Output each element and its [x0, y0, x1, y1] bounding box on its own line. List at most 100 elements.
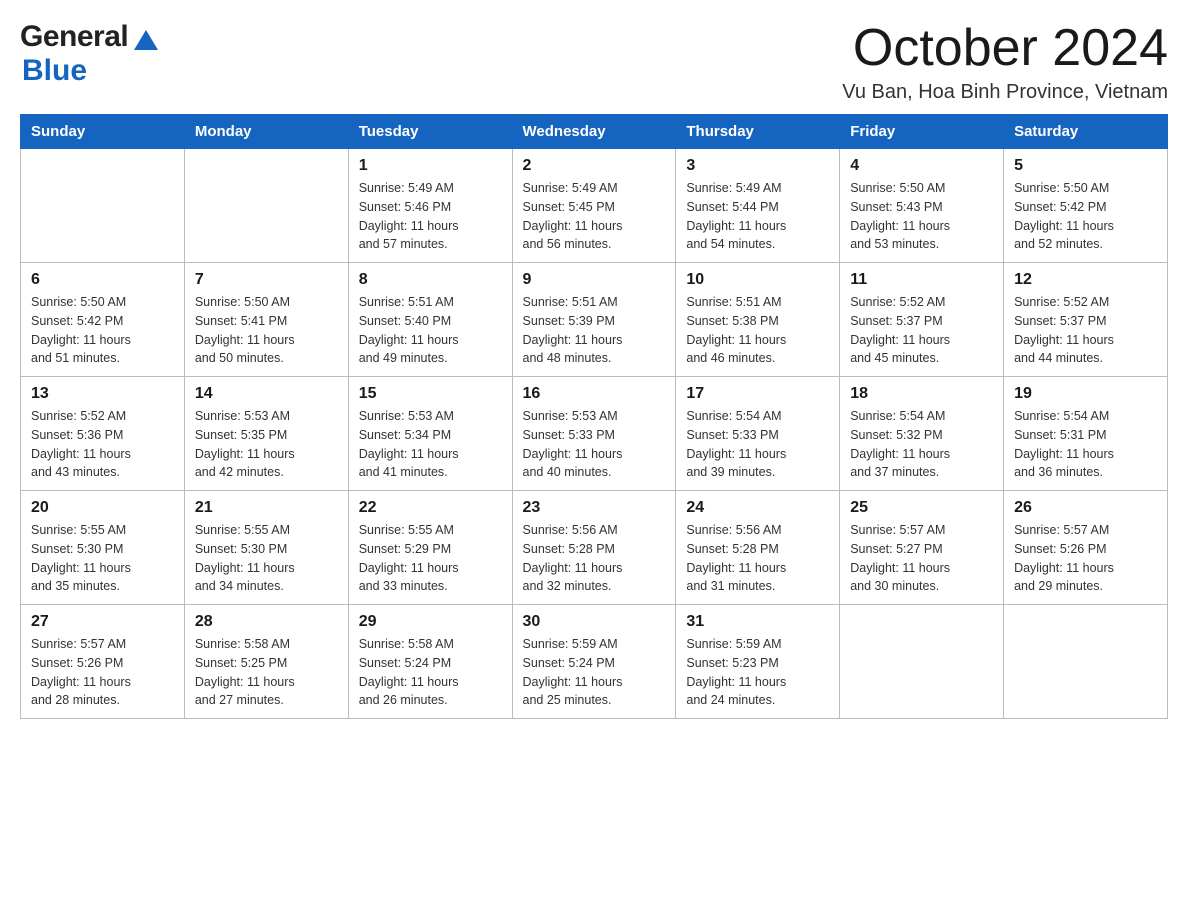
day-info: Sunrise: 5:57 AM Sunset: 5:26 PM Dayligh…	[1014, 521, 1157, 596]
calendar-week-row: 27 Sunrise: 5:57 AM Sunset: 5:26 PM Dayli…	[21, 605, 1168, 719]
day-info: Sunrise: 5:51 AM Sunset: 5:38 PM Dayligh…	[686, 293, 829, 368]
day-number: 12	[1014, 271, 1157, 289]
day-number: 25	[850, 499, 993, 517]
day-number: 9	[523, 271, 666, 289]
day-info: Sunrise: 5:58 AM Sunset: 5:24 PM Dayligh…	[359, 635, 502, 710]
day-info: Sunrise: 5:50 AM Sunset: 5:43 PM Dayligh…	[850, 179, 993, 254]
calendar-cell: 13Sunrise: 5:52 AM Sunset: 5:36 PM Dayli…	[21, 377, 185, 491]
day-of-week-header: Saturday	[1004, 115, 1168, 149]
day-number: 24	[686, 499, 829, 517]
day-info: Sunrise: 5:57 AM Sunset: 5:27 PM Dayligh…	[850, 521, 993, 596]
calendar-cell: 1 Sunrise: 5:49 AM Sunset: 5:46 PM Daylig…	[348, 149, 512, 263]
day-number: 26	[1014, 499, 1157, 517]
day-number: 20	[31, 499, 174, 517]
calendar-cell: 19 Sunrise: 5:54 AM Sunset: 5:31 PM Dayli…	[1004, 377, 1168, 491]
calendar-cell: 7 Sunrise: 5:50 AM Sunset: 5:41 PM Daylig…	[184, 263, 348, 377]
calendar-cell: 10Sunrise: 5:51 AM Sunset: 5:38 PM Dayli…	[676, 263, 840, 377]
day-info: Sunrise: 5:52 AM Sunset: 5:36 PM Dayligh…	[31, 407, 174, 482]
calendar-cell: 28Sunrise: 5:58 AM Sunset: 5:25 PM Dayli…	[184, 605, 348, 719]
calendar-week-row: 13Sunrise: 5:52 AM Sunset: 5:36 PM Dayli…	[21, 377, 1168, 491]
day-info: Sunrise: 5:54 AM Sunset: 5:33 PM Dayligh…	[686, 407, 829, 482]
day-number: 15	[359, 385, 502, 403]
calendar-cell: 22 Sunrise: 5:55 AM Sunset: 5:29 PM Dayli…	[348, 491, 512, 605]
calendar-cell: 3Sunrise: 5:49 AM Sunset: 5:44 PM Daylig…	[676, 149, 840, 263]
day-number: 8	[359, 271, 502, 289]
calendar-cell	[1004, 605, 1168, 719]
calendar-cell: 9 Sunrise: 5:51 AM Sunset: 5:39 PM Daylig…	[512, 263, 676, 377]
day-number: 14	[195, 385, 338, 403]
day-info: Sunrise: 5:59 AM Sunset: 5:23 PM Dayligh…	[686, 635, 829, 710]
day-of-week-header: Thursday	[676, 115, 840, 149]
day-info: Sunrise: 5:58 AM Sunset: 5:25 PM Dayligh…	[195, 635, 338, 710]
day-number: 7	[195, 271, 338, 289]
day-info: Sunrise: 5:54 AM Sunset: 5:31 PM Dayligh…	[1014, 407, 1157, 482]
day-info: Sunrise: 5:49 AM Sunset: 5:46 PM Dayligh…	[359, 179, 502, 254]
logo: General Blue	[20, 20, 162, 88]
day-number: 19	[1014, 385, 1157, 403]
day-info: Sunrise: 5:55 AM Sunset: 5:29 PM Dayligh…	[359, 521, 502, 596]
calendar-cell: 11Sunrise: 5:52 AM Sunset: 5:37 PM Dayli…	[840, 263, 1004, 377]
calendar-cell: 6 Sunrise: 5:50 AM Sunset: 5:42 PM Daylig…	[21, 263, 185, 377]
calendar-week-row: 6 Sunrise: 5:50 AM Sunset: 5:42 PM Daylig…	[21, 263, 1168, 377]
day-info: Sunrise: 5:56 AM Sunset: 5:28 PM Dayligh…	[523, 521, 666, 596]
day-info: Sunrise: 5:55 AM Sunset: 5:30 PM Dayligh…	[195, 521, 338, 596]
calendar-cell	[21, 149, 185, 263]
logo-triangle-icon	[130, 22, 162, 54]
day-number: 5	[1014, 157, 1157, 175]
calendar-cell	[184, 149, 348, 263]
day-number: 22	[359, 499, 502, 517]
day-of-week-header: Tuesday	[348, 115, 512, 149]
calendar-cell: 20 Sunrise: 5:55 AM Sunset: 5:30 PM Dayli…	[21, 491, 185, 605]
day-info: Sunrise: 5:59 AM Sunset: 5:24 PM Dayligh…	[523, 635, 666, 710]
day-number: 30	[523, 613, 666, 631]
day-info: Sunrise: 5:52 AM Sunset: 5:37 PM Dayligh…	[1014, 293, 1157, 368]
day-number: 29	[359, 613, 502, 631]
calendar-table: SundayMondayTuesdayWednesdayThursdayFrid…	[20, 114, 1168, 719]
day-number: 18	[850, 385, 993, 403]
calendar-cell: 4 Sunrise: 5:50 AM Sunset: 5:43 PM Daylig…	[840, 149, 1004, 263]
calendar-cell: 25 Sunrise: 5:57 AM Sunset: 5:27 PM Dayli…	[840, 491, 1004, 605]
calendar-cell: 18Sunrise: 5:54 AM Sunset: 5:32 PM Dayli…	[840, 377, 1004, 491]
calendar-week-row: 1 Sunrise: 5:49 AM Sunset: 5:46 PM Daylig…	[21, 149, 1168, 263]
day-number: 6	[31, 271, 174, 289]
calendar-cell: 15 Sunrise: 5:53 AM Sunset: 5:34 PM Dayli…	[348, 377, 512, 491]
day-number: 1	[359, 157, 502, 175]
calendar-week-row: 20 Sunrise: 5:55 AM Sunset: 5:30 PM Dayli…	[21, 491, 1168, 605]
day-info: Sunrise: 5:50 AM Sunset: 5:42 PM Dayligh…	[31, 293, 174, 368]
day-info: Sunrise: 5:50 AM Sunset: 5:42 PM Dayligh…	[1014, 179, 1157, 254]
day-info: Sunrise: 5:55 AM Sunset: 5:30 PM Dayligh…	[31, 521, 174, 596]
month-title: October 2024	[842, 20, 1168, 77]
day-of-week-header: Sunday	[21, 115, 185, 149]
day-info: Sunrise: 5:51 AM Sunset: 5:39 PM Dayligh…	[523, 293, 666, 368]
day-info: Sunrise: 5:57 AM Sunset: 5:26 PM Dayligh…	[31, 635, 174, 710]
day-number: 23	[523, 499, 666, 517]
calendar-cell: 24 Sunrise: 5:56 AM Sunset: 5:28 PM Dayli…	[676, 491, 840, 605]
day-number: 4	[850, 157, 993, 175]
title-section: October 2024 Vu Ban, Hoa Binh Province, …	[842, 20, 1168, 104]
calendar-cell: 16 Sunrise: 5:53 AM Sunset: 5:33 PM Dayli…	[512, 377, 676, 491]
day-number: 27	[31, 613, 174, 631]
calendar-cell: 27 Sunrise: 5:57 AM Sunset: 5:26 PM Dayli…	[21, 605, 185, 719]
day-number: 31	[686, 613, 829, 631]
day-number: 21	[195, 499, 338, 517]
day-number: 2	[523, 157, 666, 175]
calendar-cell: 23 Sunrise: 5:56 AM Sunset: 5:28 PM Dayli…	[512, 491, 676, 605]
location: Vu Ban, Hoa Binh Province, Vietnam	[842, 81, 1168, 104]
day-info: Sunrise: 5:53 AM Sunset: 5:35 PM Dayligh…	[195, 407, 338, 482]
day-info: Sunrise: 5:52 AM Sunset: 5:37 PM Dayligh…	[850, 293, 993, 368]
calendar-cell: 12 Sunrise: 5:52 AM Sunset: 5:37 PM Dayli…	[1004, 263, 1168, 377]
day-of-week-header: Monday	[184, 115, 348, 149]
day-info: Sunrise: 5:53 AM Sunset: 5:34 PM Dayligh…	[359, 407, 502, 482]
day-info: Sunrise: 5:53 AM Sunset: 5:33 PM Dayligh…	[523, 407, 666, 482]
day-info: Sunrise: 5:56 AM Sunset: 5:28 PM Dayligh…	[686, 521, 829, 596]
day-info: Sunrise: 5:51 AM Sunset: 5:40 PM Dayligh…	[359, 293, 502, 368]
logo-general: General	[20, 20, 128, 54]
calendar-cell	[840, 605, 1004, 719]
day-number: 16	[523, 385, 666, 403]
calendar-cell: 2Sunrise: 5:49 AM Sunset: 5:45 PM Daylig…	[512, 149, 676, 263]
calendar-cell: 21 Sunrise: 5:55 AM Sunset: 5:30 PM Dayli…	[184, 491, 348, 605]
day-info: Sunrise: 5:50 AM Sunset: 5:41 PM Dayligh…	[195, 293, 338, 368]
day-of-week-header: Wednesday	[512, 115, 676, 149]
calendar-cell: 26 Sunrise: 5:57 AM Sunset: 5:26 PM Dayli…	[1004, 491, 1168, 605]
calendar-cell: 29 Sunrise: 5:58 AM Sunset: 5:24 PM Dayli…	[348, 605, 512, 719]
